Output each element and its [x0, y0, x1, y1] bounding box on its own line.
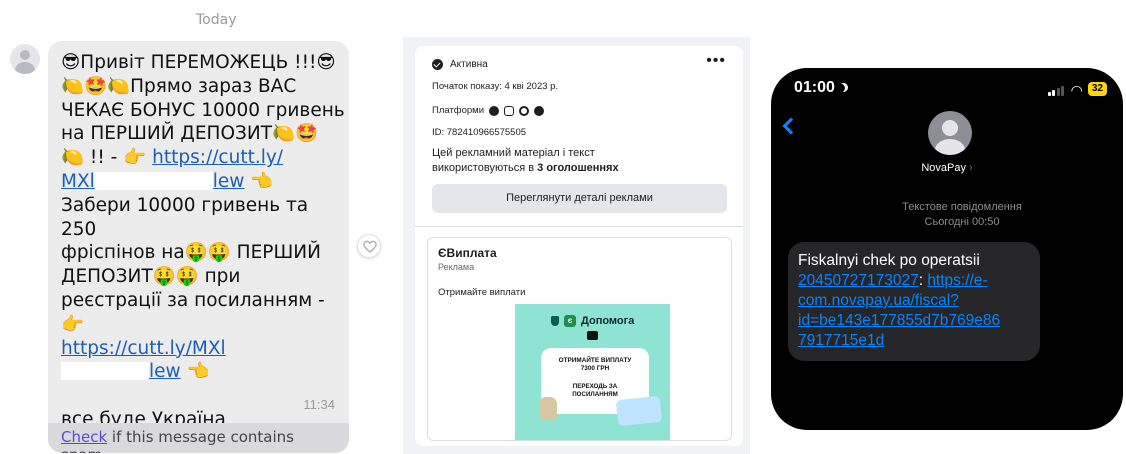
- incoming-message-bubble[interactable]: Fiskalnyi chek po operatsii 204507271730…: [788, 242, 1040, 361]
- sms-line: 👉: [61, 313, 85, 335]
- screenshot-collage: Today 😎Привіт ПЕРЕМОЖЕЦЬ !!!😎 🍋🤩🍋Прямо з…: [0, 0, 1126, 454]
- creative-brand: є Допомога: [551, 315, 634, 327]
- spam-check-bar: Check if this message contains spam: [48, 423, 349, 453]
- ad-status: Активна: [432, 59, 488, 70]
- divider: [415, 226, 743, 227]
- sms-bubble[interactable]: 😎Привіт ПЕРЕМОЖЕЦЬ !!!😎 🍋🤩🍋Прямо зараз В…: [48, 41, 349, 453]
- signal-bar-icon: [1052, 90, 1056, 96]
- ad-creative-image[interactable]: є Допомога ОТРИМАЙТЕ ВИПЛАТУ 7300 ГРН ПЕ…: [515, 304, 670, 440]
- back-chevron-icon[interactable]: [782, 117, 800, 135]
- ad-usage-description: Цей рекламний матеріал і текст використо…: [432, 146, 672, 176]
- contact-name[interactable]: NovaPay ›: [771, 162, 1123, 174]
- facebook-icon: [489, 105, 500, 116]
- fiscal-url-link-part[interactable]: 7917715e1d: [798, 332, 884, 349]
- sender-avatar-icon[interactable]: [10, 44, 40, 74]
- message-timestamp: Сьогодні 00:50: [924, 216, 1000, 228]
- sms-line: ДЕПОЗИТ🤑🤑 при: [61, 266, 241, 288]
- sms-link-2[interactable]: https://cutt.ly/MXl: [61, 338, 226, 359]
- check-circle-icon: [432, 59, 443, 70]
- sms-line: 👈: [180, 361, 210, 383]
- status-bar-indicators: ◠ 32: [1047, 82, 1107, 98]
- sms-line: фріспінов на🤑🤑 ПЕРШИЙ: [61, 242, 321, 264]
- sms-line: 🍋 !! - 👉: [61, 147, 153, 169]
- audience-network-icon: [519, 105, 530, 116]
- clock-text: 01:00: [794, 79, 835, 96]
- creative-headline-1: ОТРИМАЙТЕ ВИПЛАТУ: [558, 357, 632, 364]
- shield-icon: [551, 316, 559, 326]
- ad-start-date: Початок показу: 4 кві 2023 р.: [432, 81, 559, 92]
- messenger-icon: [534, 105, 545, 116]
- message-type: Текстове повідомлення: [902, 201, 1022, 213]
- wifi-icon: ◠: [1070, 82, 1083, 98]
- more-options-icon[interactable]: •••: [706, 52, 726, 70]
- sms-line: ЧЕКАЄ БОНУС 10000 гривень: [61, 99, 345, 121]
- creative-headline-2: 7300 ГРН: [580, 365, 610, 372]
- signal-bar-icon: [1047, 92, 1051, 96]
- instagram-icon: [504, 105, 515, 116]
- ad-id: ID: 782410966575505: [432, 127, 527, 138]
- ad-card: Активна ••• Початок показу: 4 кві 2023 р…: [415, 46, 743, 446]
- sponsored-label: Реклама: [438, 262, 475, 272]
- creative-headline: ОТРИМАЙТЕ ВИПЛАТУ 7300 ГРН: [541, 357, 649, 373]
- sms-line: 😎Привіт ПЕРЕМОЖЕЦЬ !!!😎: [61, 52, 336, 73]
- ad-desc-line: Цей рекламний матеріал і текст: [432, 147, 595, 159]
- battery-icon: 32: [1087, 82, 1107, 96]
- advertiser-name[interactable]: ЄВиплата: [438, 246, 497, 260]
- sms-line: реєстрації за посиланням -: [61, 289, 325, 311]
- ad-platforms-label: Платформи: [432, 105, 485, 116]
- fiscal-url-link[interactable]: https://e-: [927, 272, 987, 289]
- creative-cta-2: ПОСИЛАННЯМ: [572, 391, 618, 398]
- operation-number-link[interactable]: 20450727173027: [798, 272, 919, 289]
- iphone-messages-screen: 01:00 ◠ 32 NovaPay › Текстове повідомлен…: [771, 68, 1123, 430]
- message-text: Fiskalnyi chek po operatsii: [798, 252, 980, 269]
- sms-line: на ПЕРШИЙ ДЕПОЗИТ🍋🤩: [61, 123, 319, 145]
- spam-check-link[interactable]: Check: [61, 428, 107, 446]
- sms-line: 👈: [244, 170, 274, 192]
- date-separator: Today: [196, 12, 237, 28]
- creative-cta: ПЕРЕХОДЬ ЗА ПОСИЛАННЯМ: [541, 383, 649, 399]
- sms-line: Забери 10000 гривень та 250: [61, 194, 309, 240]
- fiscal-url-link-part[interactable]: com.novapay.ua/fiscal?: [798, 292, 959, 309]
- react-heart-icon[interactable]: [357, 234, 381, 258]
- status-bar-clock: 01:00: [794, 79, 848, 97]
- sms-link-2-part[interactable]: lew: [149, 361, 181, 382]
- moon-icon: [837, 81, 849, 93]
- ad-desc-line: використовуються в: [432, 162, 538, 174]
- sms-timestamp: 11:34: [303, 397, 335, 412]
- contact-name-text: NovaPay: [921, 162, 966, 174]
- fiscal-url-link-part[interactable]: id=be143e177855d7b769e86: [798, 312, 1000, 329]
- sms-body: 😎Привіт ПЕРЕМОЖЕЦЬ !!!😎 🍋🤩🍋Прямо зараз В…: [61, 51, 346, 432]
- contact-avatar-icon[interactable]: [928, 111, 972, 155]
- person-illustration: [539, 397, 557, 419]
- sms-link-1[interactable]: https://cutt.ly/: [152, 147, 283, 168]
- ad-count: 3 оголошеннях: [537, 162, 619, 174]
- ad-preview[interactable]: ЄВиплата Реклама Отримайте виплати є Доп…: [427, 237, 732, 441]
- ad-primary-text: Отримайте виплати: [438, 287, 526, 298]
- view-ad-details-button[interactable]: Переглянути деталі реклами: [432, 184, 727, 213]
- sms-line: 🍋🤩🍋Прямо зараз ВАС: [61, 75, 297, 97]
- sms-link-1-part[interactable]: lew: [213, 171, 245, 192]
- ad-library-panel: Активна ••• Початок показу: 4 кві 2023 р…: [403, 37, 750, 454]
- redaction: [94, 171, 213, 190]
- ad-platforms: Платформи: [432, 105, 545, 116]
- ad-status-label: Активна: [450, 59, 488, 70]
- brand-logo-icon: є: [564, 315, 576, 327]
- sms-link-1-part[interactable]: MXl: [61, 171, 95, 192]
- chevron-right-icon: ›: [969, 162, 973, 174]
- signal-bar-icon: [1056, 88, 1060, 96]
- bank-card-illustration: [615, 395, 663, 427]
- creative-brand-name: Допомога: [581, 315, 635, 327]
- redaction: [61, 362, 149, 381]
- creative-cta-1: ПЕРЕХОДЬ ЗА: [572, 383, 618, 390]
- signal-bar-icon: [1061, 86, 1065, 96]
- diia-logo-icon: [587, 331, 598, 340]
